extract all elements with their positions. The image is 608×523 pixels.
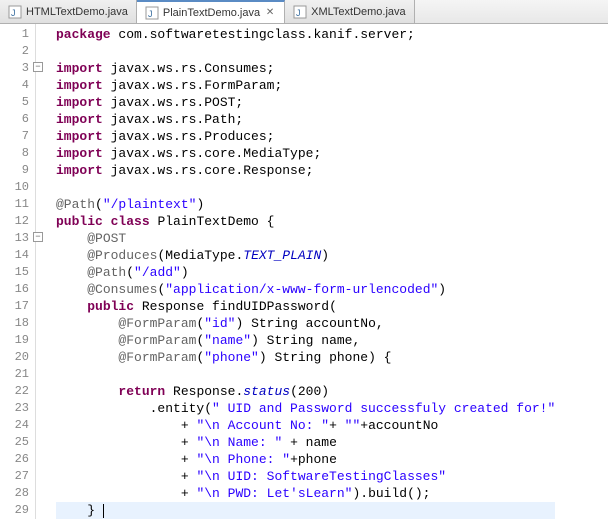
tab-html[interactable]: J HTMLTextDemo.java bbox=[0, 0, 137, 23]
svg-text:J: J bbox=[296, 8, 301, 18]
line-number: 19 bbox=[0, 332, 29, 349]
code-line[interactable]: + "\n UID: SoftwareTestingClasses" bbox=[56, 468, 555, 485]
editor-tabs: J HTMLTextDemo.java J PlainTextDemo.java… bbox=[0, 0, 608, 24]
code-line[interactable]: + "\n Account No: "+ ""+accountNo bbox=[56, 417, 555, 434]
line-number: 15 bbox=[0, 264, 29, 281]
code-line[interactable]: public Response findUIDPassword( bbox=[56, 298, 555, 315]
line-number: 24 bbox=[0, 417, 29, 434]
code-line[interactable]: @Path("/plaintext") bbox=[56, 196, 555, 213]
java-file-icon: J bbox=[8, 5, 22, 19]
line-number: 3− bbox=[0, 60, 29, 77]
code-line[interactable]: import javax.ws.rs.core.Response; bbox=[56, 162, 555, 179]
line-number: 17 bbox=[0, 298, 29, 315]
line-number: 23 bbox=[0, 400, 29, 417]
code-editor[interactable]: 123−45678910111213−141516171819202122232… bbox=[0, 24, 608, 519]
tab-label: PlainTextDemo.java bbox=[163, 7, 260, 19]
code-line[interactable]: @Path("/add") bbox=[56, 264, 555, 281]
line-number: 7 bbox=[0, 128, 29, 145]
line-number: 12 bbox=[0, 213, 29, 230]
code-line[interactable]: import javax.ws.rs.Consumes; bbox=[56, 60, 555, 77]
code-line[interactable]: + "\n Name: " + name bbox=[56, 434, 555, 451]
code-line[interactable]: + "\n Phone: "+phone bbox=[56, 451, 555, 468]
line-number: 6 bbox=[0, 111, 29, 128]
code-line[interactable]: @FormParam("name") String name, bbox=[56, 332, 555, 349]
code-line[interactable]: public class PlainTextDemo { bbox=[56, 213, 555, 230]
line-number: 5 bbox=[0, 94, 29, 111]
text-cursor bbox=[103, 504, 104, 518]
code-line[interactable] bbox=[56, 366, 555, 383]
tab-label: HTMLTextDemo.java bbox=[26, 6, 128, 18]
code-line[interactable]: import javax.ws.rs.Produces; bbox=[56, 128, 555, 145]
code-line[interactable]: import javax.ws.rs.POST; bbox=[56, 94, 555, 111]
line-number: 1 bbox=[0, 26, 29, 43]
line-number: 14 bbox=[0, 247, 29, 264]
code-line[interactable]: import javax.ws.rs.core.MediaType; bbox=[56, 145, 555, 162]
line-number: 11 bbox=[0, 196, 29, 213]
line-number: 29 bbox=[0, 502, 29, 519]
code-line[interactable]: package com.softwaretestingclass.kanif.s… bbox=[56, 26, 555, 43]
code-line[interactable]: import javax.ws.rs.FormParam; bbox=[56, 77, 555, 94]
code-line[interactable]: @FormParam("id") String accountNo, bbox=[56, 315, 555, 332]
line-number: 22 bbox=[0, 383, 29, 400]
tab-xml[interactable]: J XMLTextDemo.java bbox=[285, 0, 415, 23]
code-area[interactable]: package com.softwaretestingclass.kanif.s… bbox=[36, 24, 555, 519]
line-number: 27 bbox=[0, 468, 29, 485]
line-gutter: 123−45678910111213−141516171819202122232… bbox=[0, 24, 36, 519]
code-line[interactable]: .entity(" UID and Password successfuly c… bbox=[56, 400, 555, 417]
tab-plaintext[interactable]: J PlainTextDemo.java ✕ bbox=[137, 0, 285, 23]
code-line[interactable]: @POST bbox=[56, 230, 555, 247]
code-line[interactable]: @FormParam("phone") String phone) { bbox=[56, 349, 555, 366]
code-line[interactable] bbox=[56, 43, 555, 60]
line-number: 18 bbox=[0, 315, 29, 332]
tab-label: XMLTextDemo.java bbox=[311, 6, 406, 18]
line-number: 2 bbox=[0, 43, 29, 60]
line-number: 16 bbox=[0, 281, 29, 298]
code-line[interactable] bbox=[56, 179, 555, 196]
fold-toggle-icon[interactable]: − bbox=[33, 62, 43, 72]
line-number: 26 bbox=[0, 451, 29, 468]
code-line[interactable]: + "\n PWD: Let'sLearn").build(); bbox=[56, 485, 555, 502]
svg-text:J: J bbox=[11, 8, 16, 18]
close-icon[interactable]: ✕ bbox=[264, 7, 276, 19]
line-number: 28 bbox=[0, 485, 29, 502]
fold-toggle-icon[interactable]: − bbox=[33, 232, 43, 242]
line-number: 9 bbox=[0, 162, 29, 179]
line-number: 25 bbox=[0, 434, 29, 451]
java-file-icon: J bbox=[145, 6, 159, 20]
svg-text:J: J bbox=[148, 9, 153, 19]
code-line[interactable]: @Consumes("application/x-www-form-urlenc… bbox=[56, 281, 555, 298]
line-number: 4 bbox=[0, 77, 29, 94]
line-number: 10 bbox=[0, 179, 29, 196]
line-number: 21 bbox=[0, 366, 29, 383]
java-file-icon: J bbox=[293, 5, 307, 19]
code-line[interactable]: import javax.ws.rs.Path; bbox=[56, 111, 555, 128]
line-number: 8 bbox=[0, 145, 29, 162]
line-number: 20 bbox=[0, 349, 29, 366]
code-line[interactable]: } bbox=[56, 502, 555, 519]
line-number: 13− bbox=[0, 230, 29, 247]
code-line[interactable]: @Produces(MediaType.TEXT_PLAIN) bbox=[56, 247, 555, 264]
code-line[interactable]: return Response.status(200) bbox=[56, 383, 555, 400]
